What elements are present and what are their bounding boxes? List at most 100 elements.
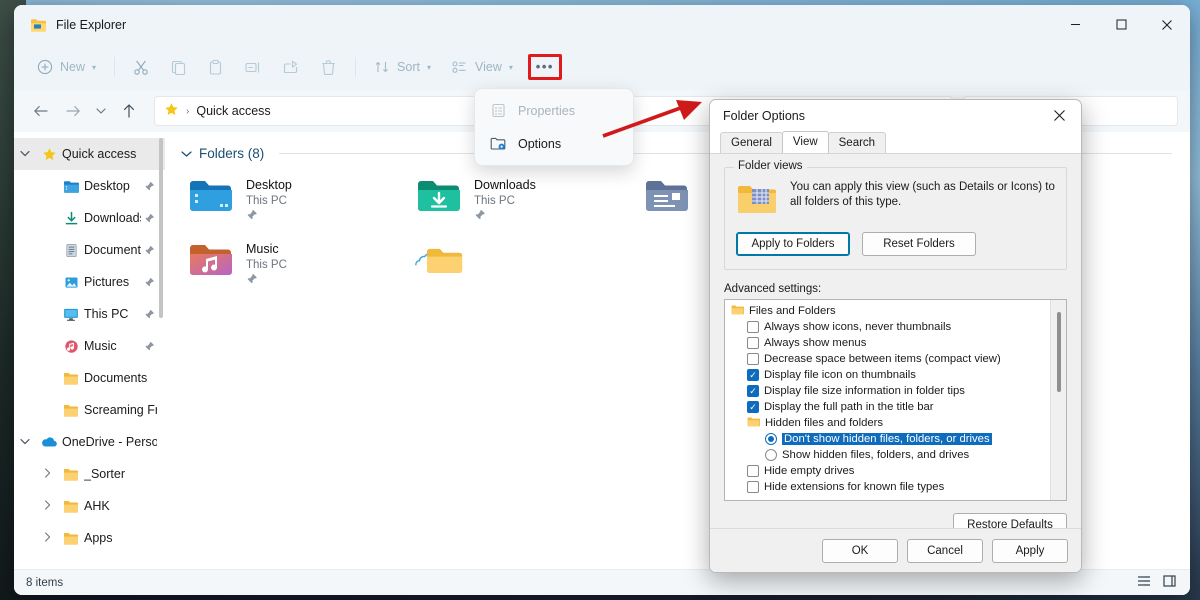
pin-icon[interactable] [141, 309, 157, 320]
advanced-setting-row[interactable]: Hide empty drives [725, 463, 1066, 479]
tab-view[interactable]: View [781, 131, 829, 153]
file-tile[interactable]: Downloads This PC [415, 171, 643, 235]
sidebar-item-desktop[interactable]: Desktop [14, 170, 165, 202]
advanced-setting-row[interactable]: Hidden files and folders [725, 415, 1066, 431]
file-tile[interactable]: Music This PC [187, 235, 415, 299]
sidebar-item-apps[interactable]: Apps [14, 522, 165, 554]
menu-item-properties[interactable]: Properties [479, 94, 629, 127]
new-button[interactable]: New ▾ [28, 51, 105, 83]
advanced-setting-row[interactable]: Always show menus [725, 335, 1066, 351]
close-button[interactable] [1144, 5, 1190, 44]
menu-item-options[interactable]: Options [479, 127, 629, 160]
scrollbar-thumb[interactable] [1057, 312, 1061, 392]
pin-icon[interactable] [141, 245, 157, 256]
layout-view-icon[interactable] [1162, 574, 1178, 591]
checkbox[interactable] [747, 337, 759, 349]
folder-views-description: You can apply this view (such as Details… [790, 181, 1055, 208]
checkbox[interactable] [747, 353, 759, 365]
advanced-settings-list[interactable]: Files and Folders Always show icons, neve… [724, 299, 1067, 501]
apply-button[interactable]: Apply [992, 538, 1068, 563]
desktop-folder-icon [58, 179, 84, 194]
recent-locations-button[interactable] [90, 96, 112, 126]
chevron-down-icon[interactable] [14, 437, 36, 447]
scissors-icon [133, 59, 150, 76]
sidebar-item-label: Downloads [84, 211, 141, 225]
see-more-button[interactable]: ••• [527, 54, 562, 80]
advanced-setting-row[interactable]: Don't show hidden files, folders, or dri… [725, 431, 1066, 447]
sidebar-item-documents[interactable]: Documents [14, 362, 165, 394]
chevron-right-icon[interactable] [36, 500, 58, 512]
rename-button[interactable] [235, 51, 271, 83]
tab-search[interactable]: Search [827, 132, 887, 153]
advanced-setting-row[interactable]: Hide extensions for known file types [725, 479, 1066, 495]
command-bar: New ▾ Sort ▾ View ▾ ••• [14, 44, 1190, 90]
advanced-setting-label: Files and Folders [749, 305, 836, 317]
pin-icon [246, 209, 292, 225]
sidebar-item-screaming-frog[interactable]: Screaming Frog [14, 394, 165, 426]
navigation-scrollbar[interactable] [159, 138, 163, 318]
delete-button[interactable] [311, 51, 346, 83]
up-button[interactable] [114, 96, 144, 126]
sidebar-item-sorter[interactable]: _Sorter [14, 458, 165, 490]
cancel-button[interactable]: Cancel [907, 538, 983, 563]
onedrive-icon [36, 435, 62, 449]
sidebar-item-label: Pictures [84, 275, 130, 289]
advanced-setting-label: Show hidden files, folders, and drives [782, 449, 970, 461]
advanced-setting-row[interactable]: Show hidden files, folders, and drives [725, 447, 1066, 463]
advanced-setting-row[interactable]: Files and Folders [725, 303, 1066, 319]
checkbox[interactable] [747, 481, 759, 493]
advanced-setting-row[interactable]: Display file size information in folder … [725, 383, 1066, 399]
minimize-button[interactable] [1052, 5, 1098, 44]
sidebar-item-this-pc[interactable]: This PC [14, 298, 165, 330]
checkbox[interactable] [747, 465, 759, 477]
advanced-setting-row[interactable]: Always show icons, never thumbnails [725, 319, 1066, 335]
checkbox[interactable] [747, 369, 759, 381]
checkbox[interactable] [747, 385, 759, 397]
checkbox[interactable] [747, 401, 759, 413]
sidebar-item-pictures[interactable]: Pictures [14, 266, 165, 298]
sort-button[interactable]: Sort ▾ [365, 51, 440, 83]
chevron-down-icon[interactable] [14, 149, 36, 159]
chevron-right-icon[interactable] [36, 468, 58, 480]
advanced-setting-row[interactable]: Display the full path in the title bar [725, 399, 1066, 415]
pin-icon[interactable] [141, 213, 157, 224]
sidebar-item-downloads[interactable]: Downloads [14, 202, 165, 234]
pin-icon[interactable] [141, 181, 157, 192]
share-button[interactable] [273, 51, 309, 83]
radio-button[interactable] [765, 449, 777, 461]
pin-icon[interactable] [141, 277, 157, 288]
details-view-icon[interactable] [1136, 574, 1152, 591]
reset-folders-button[interactable]: Reset Folders [862, 232, 976, 256]
sidebar-item-onedrive-personal[interactable]: OneDrive - Personal [14, 426, 165, 458]
checkbox[interactable] [747, 321, 759, 333]
pin-icon[interactable] [141, 341, 157, 352]
advanced-settings-scrollbar[interactable] [1050, 300, 1066, 500]
folder-views-group: Folder views You can apply this view (su… [724, 160, 1067, 270]
forward-button[interactable] [58, 96, 88, 126]
pictures-icon [58, 275, 84, 290]
ok-button[interactable]: OK [822, 538, 898, 563]
sort-button-label: Sort [397, 60, 420, 74]
advanced-setting-row[interactable]: Decrease space between items (compact vi… [725, 351, 1066, 367]
chevron-right-icon[interactable] [36, 532, 58, 544]
cut-button[interactable] [124, 51, 159, 83]
navigation-pane: Quick access Desktop Downloads Documents Pic… [14, 132, 165, 569]
paste-button[interactable] [198, 51, 233, 83]
dialog-close-button[interactable] [1037, 100, 1081, 131]
file-tile[interactable] [415, 235, 643, 299]
maximize-button[interactable] [1098, 5, 1144, 44]
back-button[interactable] [26, 96, 56, 126]
sidebar-item-ahk[interactable]: AHK [14, 490, 165, 522]
file-tile[interactable]: Desktop This PC [187, 171, 415, 235]
chevron-down-icon [181, 146, 192, 161]
copy-button[interactable] [161, 51, 196, 83]
sidebar-item-documents[interactable]: Documents [14, 234, 165, 266]
advanced-setting-row[interactable]: Display file icon on thumbnails [725, 367, 1066, 383]
sidebar-item-quick-access[interactable]: Quick access [14, 138, 165, 170]
breadcrumb[interactable]: Quick access [196, 104, 270, 118]
tab-general[interactable]: General [720, 132, 783, 153]
sidebar-item-music[interactable]: Music [14, 330, 165, 362]
radio-button[interactable] [765, 433, 777, 445]
apply-to-folders-button[interactable]: Apply to Folders [736, 232, 850, 256]
view-button[interactable]: View ▾ [442, 51, 522, 83]
